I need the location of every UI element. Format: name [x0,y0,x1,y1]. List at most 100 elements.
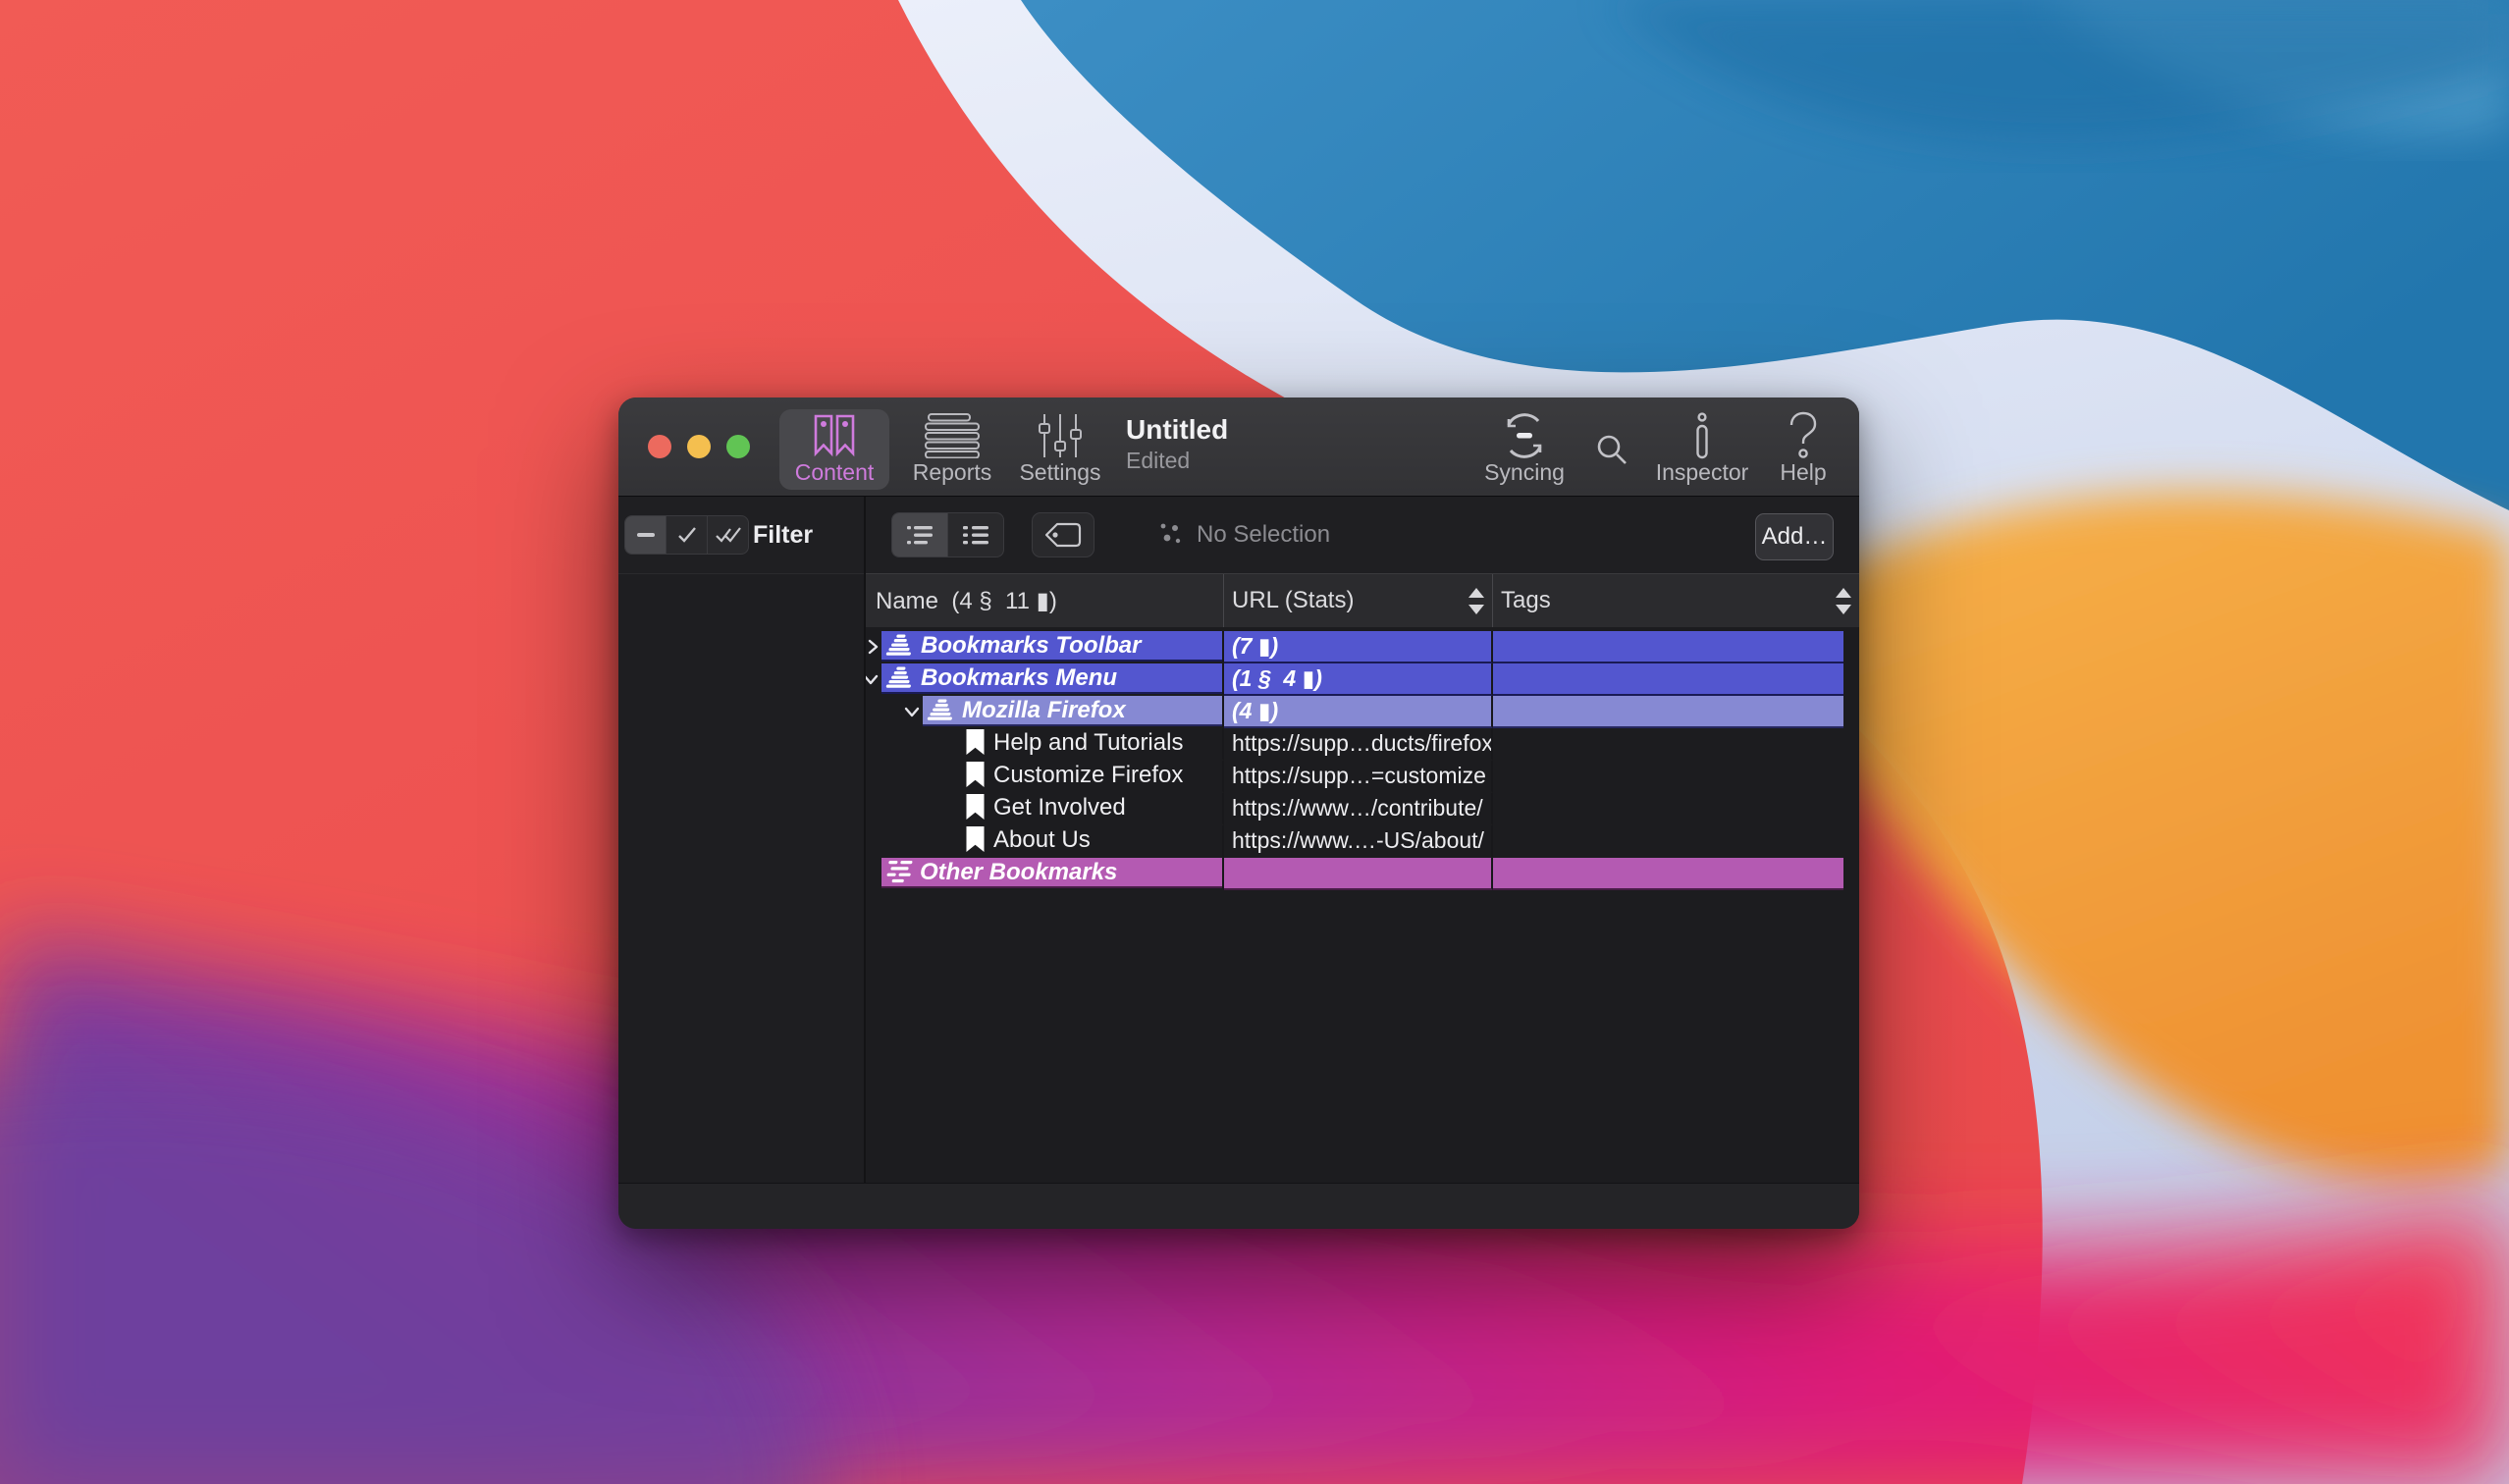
url-sort-arrows [1468,574,1484,627]
row-url-cell: https://www.…-US/about/ [1224,825,1493,858]
traffic-lights [648,435,750,458]
content-toolbar: No Selection Add… [866,497,1859,573]
help-label: Help [1780,461,1826,484]
close-button[interactable] [648,435,671,458]
tab-content-label: Content [795,461,875,484]
row-url-cell [1224,858,1493,890]
add-button[interactable]: Add… [1755,513,1834,560]
row-name-cell: Mozilla Firefox [866,696,1224,728]
row-tags-cell [1493,663,1843,696]
selection-status: No Selection [1159,521,1330,549]
table-row[interactable]: About Us https://www.…-US/about/ [866,825,1843,858]
bookmarks-app-window: Content Reports [618,398,1859,1229]
row-url-cell: (7 ▮) [1224,631,1493,663]
table-body: Bookmarks Toolbar (7 ▮) Bookmarks Menu (… [866,627,1859,1183]
column-tags-label: Tags [1501,587,1551,614]
tab-settings-label: Settings [1019,461,1100,484]
syncing-label: Syncing [1484,461,1565,484]
row-tags-cell [1493,825,1843,858]
zoom-button[interactable] [726,435,750,458]
row-name: Bookmarks Toolbar [921,632,1142,660]
row-name-cell: Other Bookmarks [866,858,1224,890]
sidebar-filter-bar: Filter [618,497,864,574]
table-row[interactable]: Mozilla Firefox (4 ▮) [866,696,1843,728]
tag-view-button[interactable] [1032,512,1094,557]
row-icon [886,861,912,883]
row-name-cell: Bookmarks Menu [866,663,1224,696]
row-tags-cell [1493,858,1843,890]
row-name: Bookmarks Menu [921,664,1117,692]
sidebar-content [618,574,864,1183]
row-name: About Us [993,826,1091,854]
status-bar [618,1183,1859,1229]
column-name-label: Name (4 § 11 ▮) [876,587,1057,615]
filter-segment-check[interactable] [667,516,708,554]
filter-segment-double-check[interactable] [708,516,748,554]
table-row[interactable]: Customize Firefox https://supp…=customiz… [866,761,1843,793]
table-row[interactable]: Other Bookmarks [866,858,1843,890]
row-name: Help and Tutorials [993,729,1183,757]
row-name: Customize Firefox [993,762,1183,789]
row-tags-cell [1493,793,1843,825]
window-title: Untitled [1126,413,1228,447]
filter-segmented-control [624,515,749,555]
row-url-cell: (1 § 4 ▮) [1224,663,1493,696]
table-row[interactable]: Bookmarks Menu (1 § 4 ▮) [866,663,1843,696]
tab-settings[interactable]: Settings [1011,409,1109,490]
disclosure-chevron[interactable] [903,705,921,718]
syncing-button[interactable]: Syncing [1475,409,1574,490]
row-url-cell: https://supp…=customize [1224,761,1493,793]
question-mark-icon [1784,410,1823,461]
row-icon [965,794,986,821]
column-header-name[interactable]: Name (4 § 11 ▮) [866,574,1224,627]
row-icon [965,729,986,756]
content-pane: No Selection Add… Name (4 § 11 ▮) URL (S… [866,497,1859,1183]
tags-sort-arrows [1836,574,1851,627]
row-tags-cell [1493,631,1843,663]
tab-reports[interactable]: Reports [903,409,1001,490]
search-icon [1592,415,1631,484]
view-mode-segmented-control [891,512,1004,557]
row-name: Other Bookmarks [920,859,1117,886]
disclosure-chevron[interactable] [866,672,880,686]
bookmarks-pair-icon [810,410,859,461]
sync-arrows-icon [1501,410,1548,461]
table-row[interactable]: Get Involved https://www…/contribute/ [866,793,1843,825]
row-tags-cell [1493,761,1843,793]
row-name-cell: Bookmarks Toolbar [866,631,1224,663]
outline-view-segment[interactable] [892,513,948,556]
column-header-url[interactable]: URL (Stats) [1224,574,1493,627]
row-tags-cell [1493,728,1843,761]
reports-list-icon [925,410,980,461]
list-view-segment[interactable] [948,513,1003,556]
row-tags-cell [1493,696,1843,728]
help-button[interactable]: Help [1765,409,1842,490]
table-row[interactable]: Help and Tutorials https://supp…ducts/fi… [866,728,1843,761]
row-name-cell: Help and Tutorials [866,728,1224,761]
tab-content[interactable]: Content [779,409,889,490]
inspector-label: Inspector [1656,461,1749,484]
table-row[interactable]: Bookmarks Toolbar (7 ▮) [866,631,1843,663]
tab-reports-label: Reports [913,461,992,484]
disclosure-chevron[interactable] [866,638,880,656]
sidebar: Filter [618,497,864,1183]
row-name-cell: Get Involved [866,793,1224,825]
sliders-icon [1037,410,1084,461]
window-title-block: Untitled Edited [1126,413,1228,475]
selection-dots-icon [1159,522,1185,548]
titlebar: Content Reports [618,398,1859,497]
row-url-cell: (4 ▮) [1224,696,1493,728]
filter-label: Filter [753,521,813,550]
row-url-cell: https://www…/contribute/ [1224,793,1493,825]
inspector-button[interactable]: Inspector [1653,409,1751,490]
minimize-button[interactable] [687,435,711,458]
row-icon [886,666,913,690]
info-icon [1692,410,1712,461]
search-button[interactable] [1590,409,1633,490]
table-header: Name (4 § 11 ▮) URL (Stats) Tags [866,573,1859,627]
no-selection-label: No Selection [1197,521,1330,549]
filter-segment-minus[interactable] [625,516,667,554]
row-name-cell: About Us [866,825,1224,858]
row-icon [965,826,986,853]
column-header-tags[interactable]: Tags [1493,574,1859,627]
